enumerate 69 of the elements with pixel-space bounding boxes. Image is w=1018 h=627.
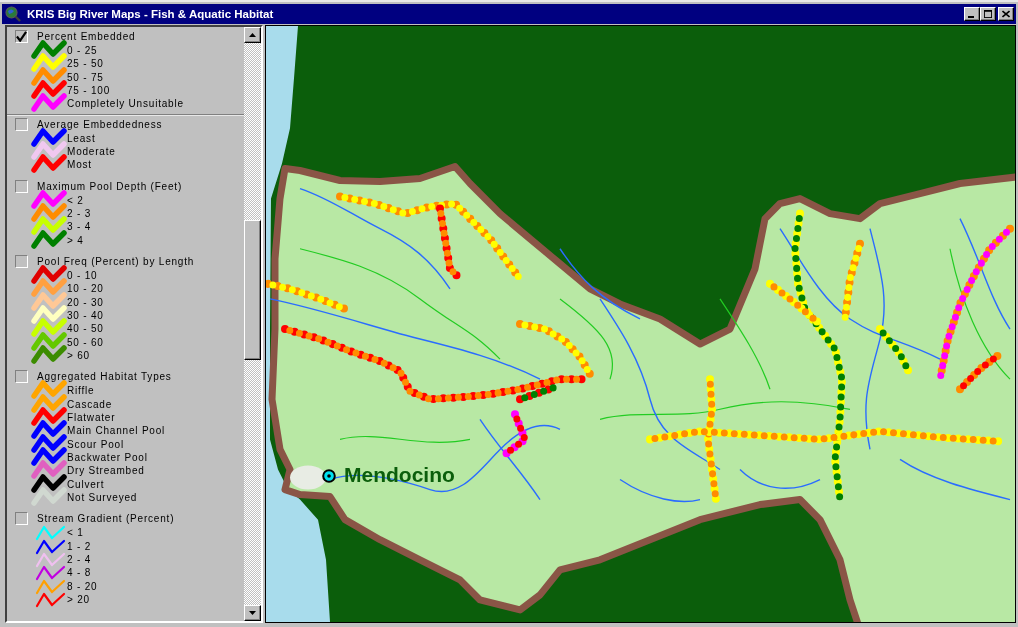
town-label: Mendocino	[344, 463, 455, 487]
layer-checkbox[interactable]	[15, 370, 28, 384]
class-label: 25 - 50	[67, 58, 104, 70]
class-label: Most	[67, 159, 92, 171]
minimize-button[interactable]	[964, 7, 980, 21]
class-label: 30 - 40	[67, 309, 104, 321]
class-label: Completely Unsuitable	[67, 98, 184, 110]
class-label: < 1	[67, 527, 84, 539]
map-view[interactable]: Mendocino	[265, 25, 1016, 623]
scroll-up-button[interactable]	[244, 27, 261, 43]
class-label: Cascade	[67, 398, 113, 410]
globe-magnifier-icon	[5, 6, 21, 22]
legend-layer[interactable]: Maximum Pool Depth (Feet) < 2 2 - 3 3 - 4 > 4	[7, 176, 244, 252]
layer-title: Aggregated Habitat Types	[37, 370, 172, 385]
town-marker-icon	[322, 469, 336, 483]
layer-checkbox[interactable]	[15, 117, 28, 131]
class-label: Main Channel Pool	[67, 425, 166, 437]
scrollbar-thumb[interactable]	[244, 220, 261, 360]
layer-title: Average Embeddedness	[37, 117, 163, 132]
class-label: 50 - 75	[67, 71, 104, 83]
class-label: > 4	[67, 234, 84, 246]
class-label: 4 - 8	[67, 567, 91, 579]
checkmark-icon	[16, 31, 27, 42]
layer-title: Percent Embedded	[37, 30, 136, 44]
class-label: Moderate	[67, 145, 116, 157]
class-label: 1 - 2	[67, 540, 91, 552]
close-icon	[1002, 10, 1010, 18]
class-label: Riffle	[67, 385, 95, 397]
class-label: Dry Streambed	[67, 465, 145, 477]
class-label: 40 - 50	[67, 323, 104, 335]
layer-checkbox[interactable]	[15, 254, 28, 268]
class-label: Flatwater	[67, 411, 116, 423]
layer-title: Pool Freq (Percent) by Length	[37, 254, 195, 269]
class-label: 0 - 10	[67, 269, 98, 281]
legend-layer[interactable]: Stream Gradient (Percent) < 1 1 - 2 2 - 4 4 - 8 8 - 20 > 20	[7, 509, 244, 612]
class-label: 10 - 20	[67, 283, 104, 295]
class-label: Not Surveyed	[67, 491, 138, 503]
class-label: > 60	[67, 349, 90, 361]
class-label: 8 - 20	[67, 580, 98, 592]
legend-layer[interactable]: Pool Freq (Percent) by Length 0 - 10 10 - 20 20 - 30 30 - 40 40 - 50 50 - 60 > 60	[7, 251, 244, 368]
class-label: 3 - 4	[67, 221, 91, 233]
up-arrow-icon	[249, 33, 256, 37]
class-label: > 20	[67, 593, 90, 605]
class-label: 2 - 4	[67, 553, 91, 565]
class-label: 0 - 25	[67, 45, 98, 56]
class-label: 50 - 60	[67, 336, 104, 348]
legend-layer[interactable]: Average Embeddedness Least Moderate Most	[7, 114, 244, 177]
class-label: 2 - 3	[67, 207, 91, 219]
layer-title: Maximum Pool Depth (Feet)	[37, 179, 183, 194]
class-label: Culvert	[67, 478, 105, 490]
class-label: Scour Pool	[67, 438, 124, 450]
class-label: 20 - 30	[67, 296, 104, 308]
window-title: KRIS Big River Maps - Fish & Aquatic Habitat	[27, 8, 274, 20]
layer-checkbox[interactable]	[15, 512, 28, 526]
maximize-button[interactable]	[980, 7, 996, 21]
legend-layer[interactable]: Percent Embedded 0 - 25 25 - 50 50 - 75 75 - 100 Completely Unsuitable	[7, 27, 244, 115]
class-label: Least	[67, 132, 96, 144]
down-arrow-icon	[249, 611, 256, 615]
close-button[interactable]	[998, 7, 1014, 21]
maximize-icon	[984, 10, 992, 18]
scroll-down-button[interactable]	[244, 605, 261, 621]
layer-checkbox[interactable]	[15, 30, 28, 43]
class-label: < 2	[67, 194, 84, 206]
scrollbar-track[interactable]	[244, 27, 261, 621]
legend-layer[interactable]: Aggregated Habitat Types Riffle Cascade Flatwater Main Channel Pool Scour Pool Backwater Pool Dry Streambed Culvert Not Surveyed	[7, 367, 244, 510]
class-label: Backwater Pool	[67, 451, 148, 463]
layer-title: Stream Gradient (Percent)	[37, 512, 175, 527]
layer-checkbox[interactable]	[15, 179, 28, 193]
class-label: 75 - 100	[67, 85, 111, 96]
